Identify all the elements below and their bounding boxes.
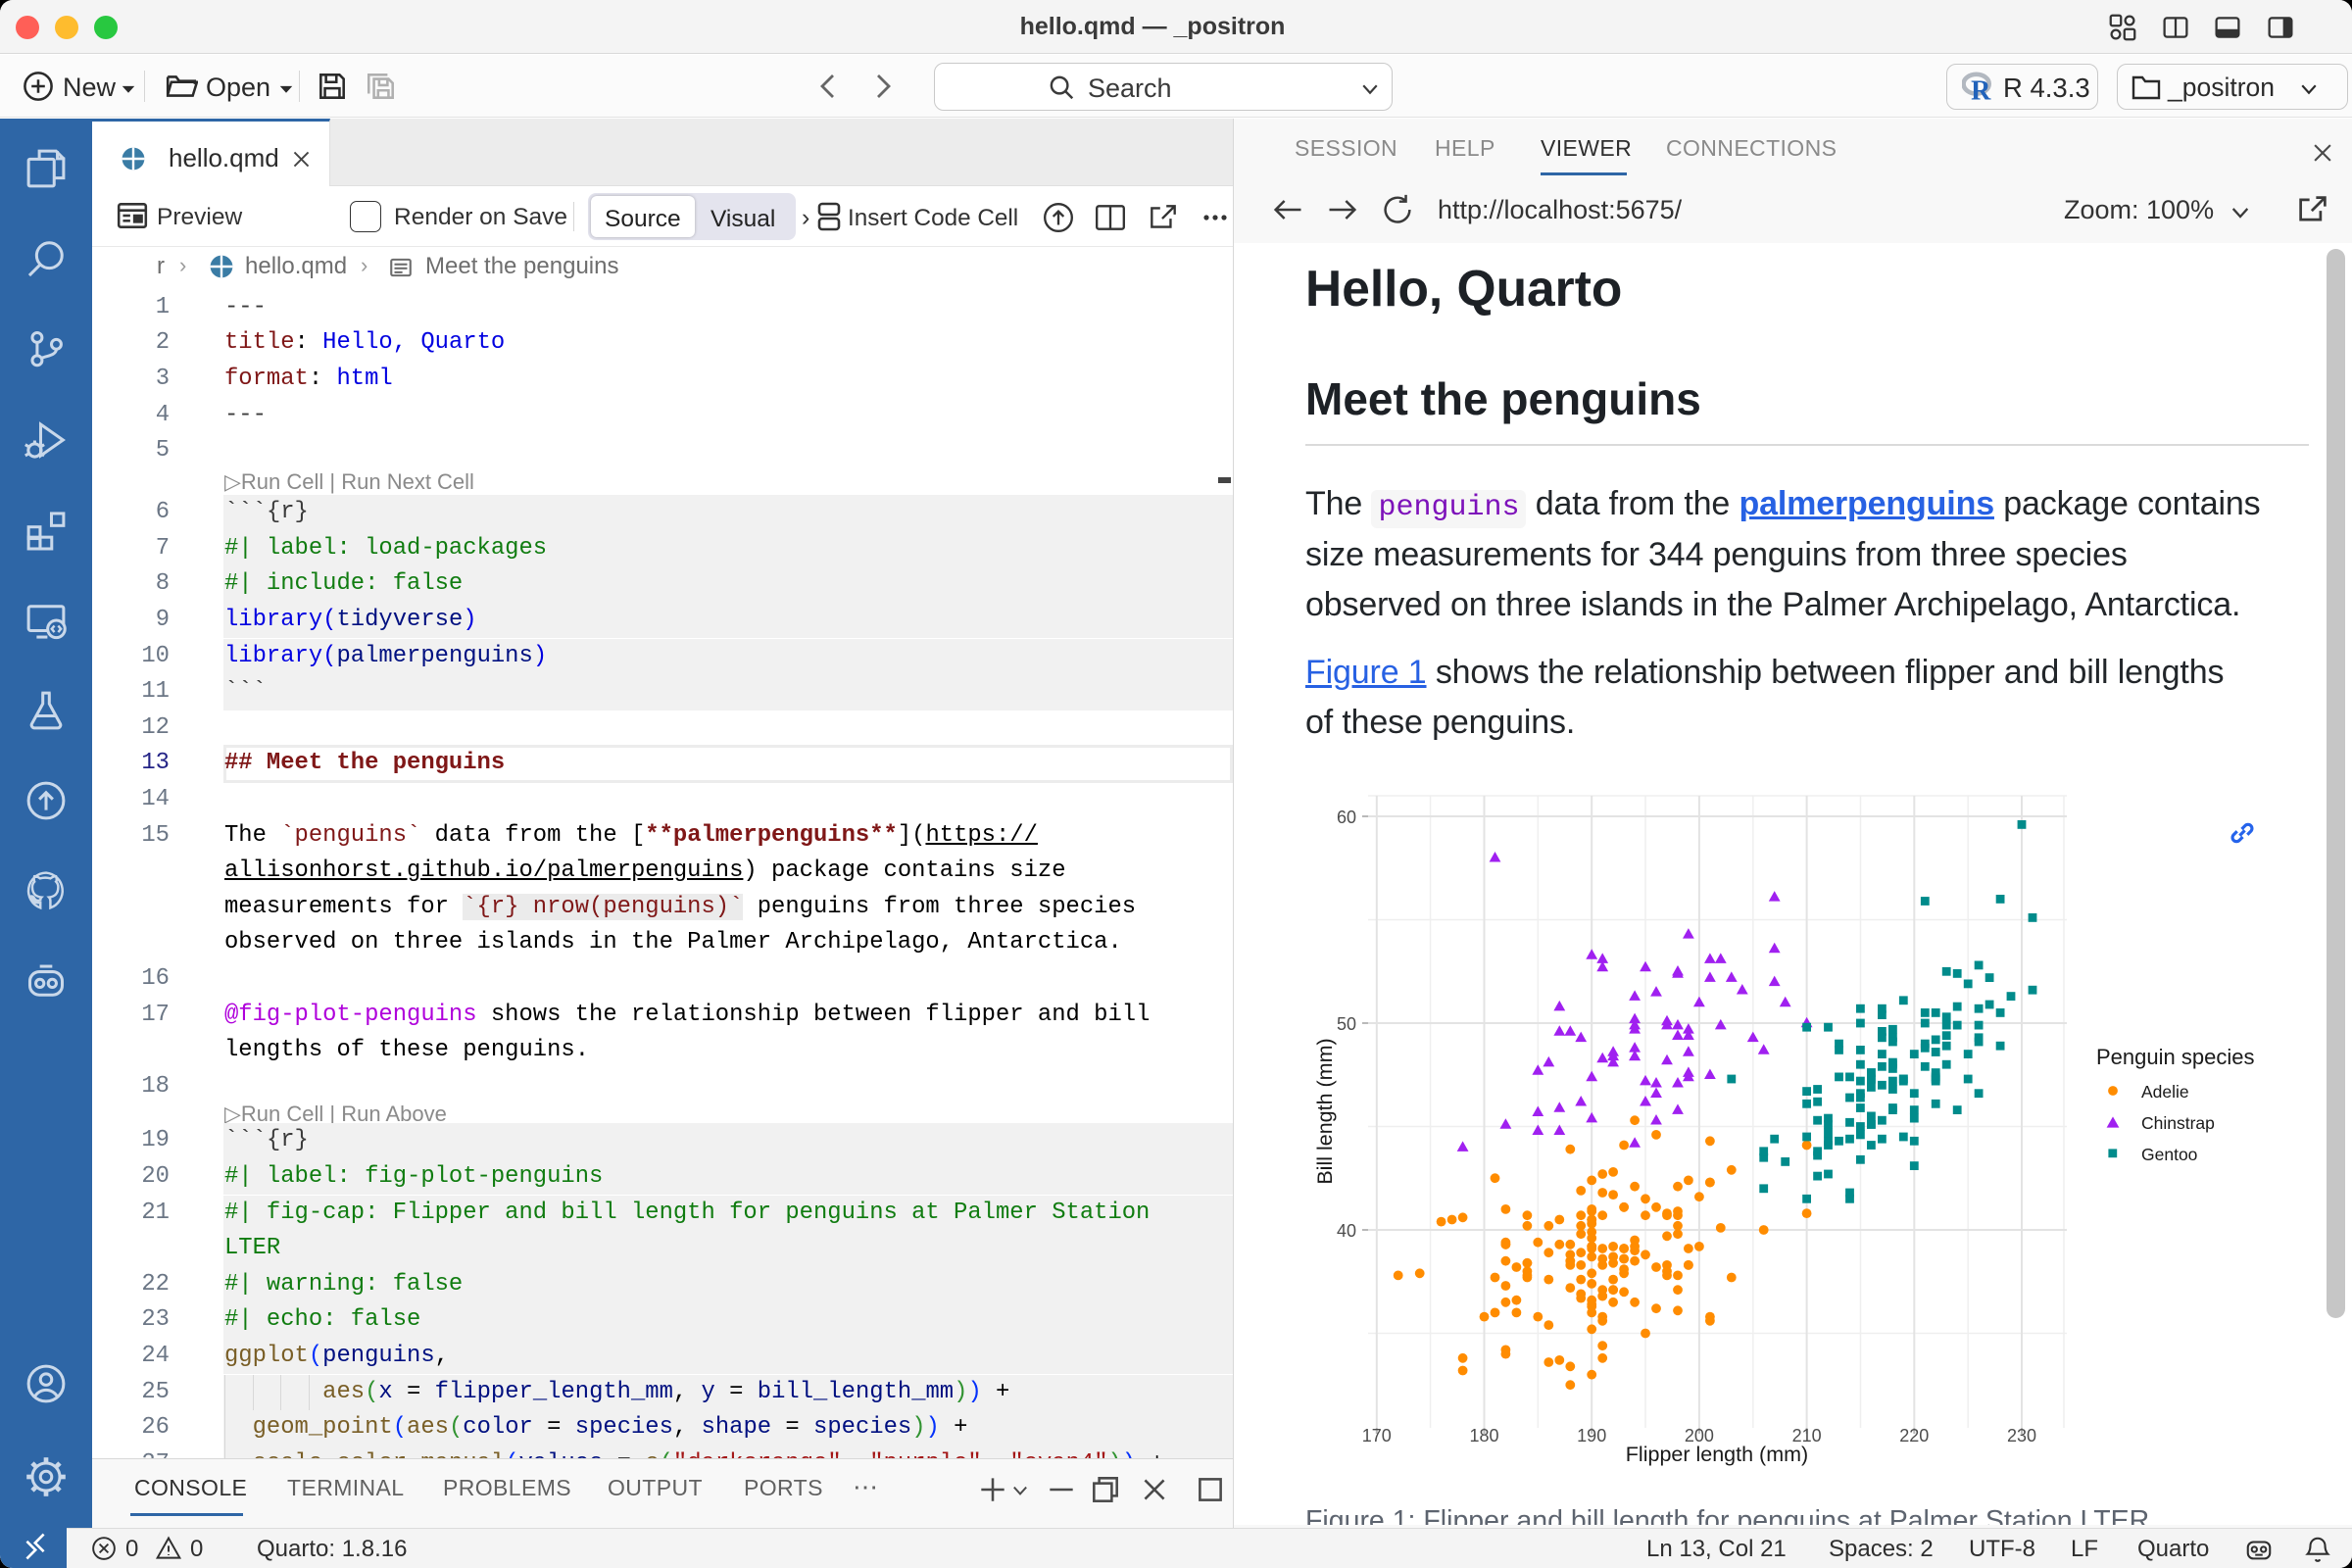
svg-text:190: 190 <box>1577 1426 1606 1446</box>
svg-text:220: 220 <box>1899 1426 1929 1446</box>
svg-text:Bill length (mm): Bill length (mm) <box>1313 1038 1337 1184</box>
svg-text:Flipper length (mm): Flipper length (mm) <box>1626 1443 1808 1466</box>
svg-text:50: 50 <box>1337 1014 1356 1034</box>
svg-text:230: 230 <box>2007 1426 2036 1446</box>
svg-text:180: 180 <box>1469 1426 1498 1446</box>
svg-text:Chinstrap: Chinstrap <box>2141 1113 2215 1133</box>
svg-text:60: 60 <box>1337 808 1356 827</box>
svg-text:170: 170 <box>1362 1426 1392 1446</box>
svg-text:Adelie: Adelie <box>2141 1082 2189 1102</box>
svg-text:Gentoo: Gentoo <box>2141 1145 2197 1164</box>
svg-text:40: 40 <box>1337 1221 1356 1241</box>
svg-text:Penguin species: Penguin species <box>2096 1045 2254 1069</box>
